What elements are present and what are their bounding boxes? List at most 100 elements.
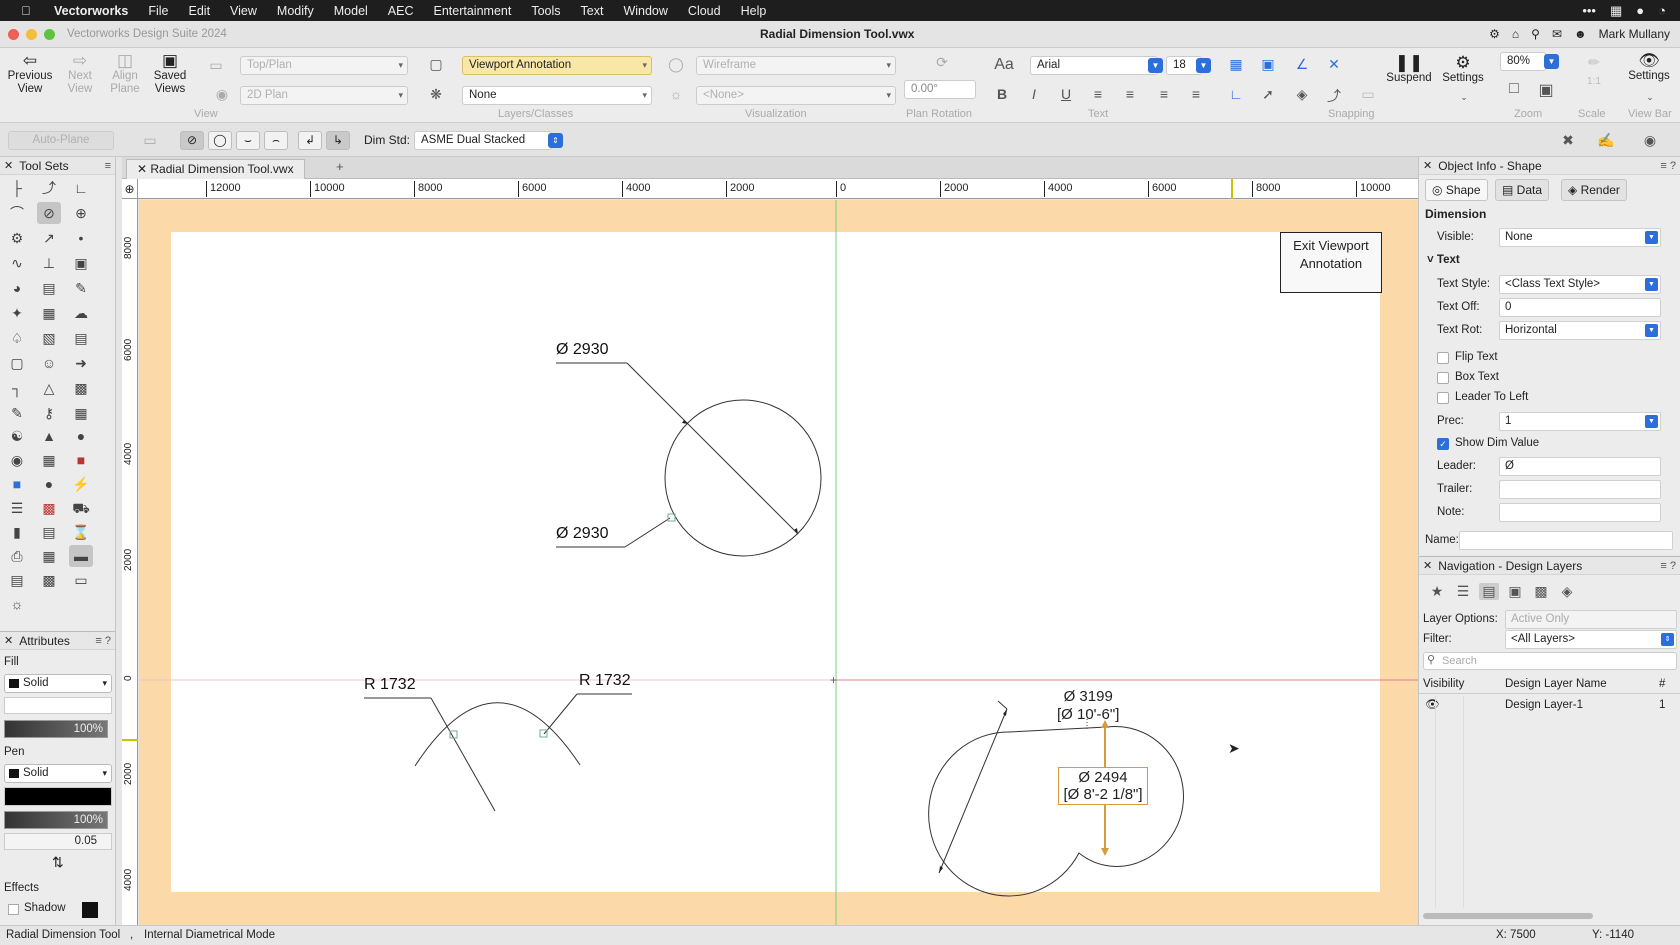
col-layer-number[interactable]: # bbox=[1659, 674, 1665, 694]
callout-icon[interactable]: ▤ bbox=[37, 277, 61, 299]
dim-label-2[interactable]: Ø 2930 bbox=[556, 525, 608, 543]
angle-dimension-icon[interactable]: ∟ bbox=[69, 177, 93, 199]
close-icon[interactable]: ✕ bbox=[1423, 159, 1432, 172]
sheet-layers-icon[interactable]: ▤ bbox=[1479, 583, 1499, 600]
list-menu-icon[interactable]: ≡ ? bbox=[1660, 160, 1676, 172]
zoom-arrow-icon[interactable]: ▼ bbox=[1544, 54, 1559, 69]
font-dropdown[interactable]: Arial bbox=[1030, 56, 1158, 75]
menu-modify[interactable]: Modify bbox=[267, 4, 324, 18]
previous-view-button[interactable]: ⇦ Previous View bbox=[6, 52, 54, 96]
diameter-leader-1[interactable] bbox=[626, 362, 799, 535]
ordinate-dimension-icon[interactable]: ↗ bbox=[37, 227, 61, 249]
list-menu-icon[interactable]: ≡ ? bbox=[1660, 560, 1676, 572]
menu-aec[interactable]: AEC bbox=[378, 4, 424, 18]
fill-opacity-bar[interactable]: 100% bbox=[4, 720, 108, 738]
visualization-dropdown[interactable]: <None> ▾ bbox=[696, 86, 896, 105]
flip-text-checkbox[interactable] bbox=[1437, 352, 1449, 364]
line-weight-field[interactable]: 0.05 bbox=[4, 833, 112, 850]
printer-tool-icon[interactable]: ⎙ bbox=[5, 545, 29, 567]
layers-tool-icon[interactable]: ☰ bbox=[5, 497, 29, 519]
search-icon[interactable]: ⚲ bbox=[1531, 27, 1540, 41]
maximize-window-icon[interactable] bbox=[44, 28, 55, 40]
mouse-select-icon[interactable]: ✖ bbox=[1558, 132, 1578, 149]
fill-style-dropdown[interactable]: Solid ▾ bbox=[4, 674, 112, 693]
list-menu-icon[interactable]: ≡ bbox=[105, 160, 111, 172]
key-tool-icon[interactable]: ⚷ bbox=[37, 402, 61, 424]
tab-data[interactable]: ▤ Data bbox=[1495, 179, 1550, 201]
tab-shape[interactable]: ◎ Shape bbox=[1425, 179, 1488, 201]
font-dropdown-arrow-icon[interactable]: ▼ bbox=[1148, 58, 1163, 73]
underline-icon[interactable]: U bbox=[1056, 86, 1076, 102]
arc-1[interactable] bbox=[414, 702, 581, 767]
cabinet-tool-icon[interactable]: ▤ bbox=[5, 569, 29, 591]
dim-label-radius-2[interactable]: R 1732 bbox=[579, 672, 631, 690]
view-dropdown[interactable]: Top/Plan ▾ bbox=[240, 56, 408, 75]
close-icon[interactable]: ✕ bbox=[1423, 559, 1432, 572]
text-off-field[interactable]: 0 bbox=[1499, 298, 1661, 317]
tab-render[interactable]: ◈ Render bbox=[1561, 179, 1627, 201]
clock-icon[interactable]: ◔ bbox=[1658, 3, 1666, 19]
menu-app[interactable]: Vectorworks bbox=[44, 4, 138, 18]
diameter-leader-3[interactable] bbox=[938, 708, 1008, 874]
scale-icon[interactable]: ✏ bbox=[1584, 54, 1604, 71]
chevron-down-icon[interactable]: ⌄ bbox=[1454, 92, 1474, 103]
zoom-selection-icon[interactable]: ▣ bbox=[1536, 80, 1556, 100]
landscape-tool-icon[interactable]: ▲ bbox=[37, 425, 61, 447]
menu-model[interactable]: Model bbox=[324, 4, 378, 18]
menu-window[interactable]: Window bbox=[613, 4, 677, 18]
polyline-tool-icon[interactable]: ⤴ bbox=[37, 177, 61, 199]
siri-icon[interactable]: ● bbox=[1636, 3, 1644, 19]
col-visibility[interactable]: Visibility bbox=[1423, 674, 1464, 694]
stage-tool-icon[interactable]: ■ bbox=[5, 473, 29, 495]
text-size-icon[interactable]: Aa bbox=[994, 56, 1014, 74]
snap-grid-icon[interactable]: ▦ bbox=[1226, 56, 1246, 73]
combined-shape[interactable] bbox=[928, 725, 1184, 897]
magic-wand-icon[interactable]: ✦ bbox=[5, 302, 29, 324]
snap-intersection-icon[interactable]: ✕ bbox=[1324, 56, 1344, 73]
shadow-checkbox[interactable] bbox=[8, 904, 19, 915]
spotlight-tool-icon[interactable]: ⚡ bbox=[69, 473, 93, 495]
wave-tool-icon[interactable]: ∿ bbox=[5, 252, 29, 274]
close-window-icon[interactable] bbox=[8, 28, 19, 40]
box-text-checkbox[interactable] bbox=[1437, 372, 1449, 384]
diameter-leader-2[interactable] bbox=[624, 517, 671, 548]
exit-viewport-annotation-button[interactable]: Exit Viewport Annotation bbox=[1280, 232, 1382, 293]
font-size-arrow-icon[interactable]: ▼ bbox=[1196, 58, 1211, 73]
render-mode-dropdown[interactable]: Wireframe ▾ bbox=[696, 56, 896, 75]
menu-file[interactable]: File bbox=[138, 4, 178, 18]
align-plane-button[interactable]: ◫ Align Plane bbox=[104, 52, 146, 96]
mode-internal-diametrical[interactable]: ⊘ bbox=[180, 131, 204, 150]
col-layer-name[interactable]: Design Layer Name bbox=[1505, 674, 1607, 694]
text-style-dropdown[interactable]: <Class Text Style> ▼ bbox=[1499, 275, 1661, 294]
close-tab-icon[interactable]: ✕ bbox=[137, 162, 150, 176]
dim-std-arrow-icon[interactable]: ⇕ bbox=[548, 133, 563, 148]
dim-label-3[interactable]: Ø 3199 [Ø 10'-6"] bbox=[1057, 688, 1119, 724]
align-right-icon[interactable]: ≡ bbox=[1154, 86, 1174, 102]
theater-tool-icon[interactable]: ■ bbox=[69, 449, 93, 471]
radial-dimension-tool-icon[interactable]: ⊘ bbox=[37, 202, 61, 224]
more-icon[interactable]: ••• bbox=[1582, 3, 1596, 19]
leader-shoulder-left-button[interactable]: ↲ bbox=[298, 131, 322, 150]
pipe-tool-icon[interactable]: ● bbox=[37, 473, 61, 495]
protractor-icon[interactable]: ◕ bbox=[5, 277, 29, 299]
horizontal-scrollbar[interactable] bbox=[1423, 913, 1593, 919]
italic-icon[interactable]: I bbox=[1024, 86, 1044, 102]
grid-tool-icon[interactable]: ▤ bbox=[69, 327, 93, 349]
suspend-button[interactable]: ❚❚ Suspend bbox=[1384, 54, 1434, 85]
dim-label-1[interactable]: Ø 2930 bbox=[556, 341, 608, 359]
leader-field[interactable]: Ø bbox=[1499, 457, 1661, 476]
lighting-tool-icon[interactable]: ☯ bbox=[5, 425, 29, 447]
note-field[interactable] bbox=[1499, 503, 1661, 522]
name-field[interactable] bbox=[1459, 531, 1673, 550]
projection-dropdown[interactable]: 2D Plan ▾ bbox=[240, 86, 408, 105]
worksheet-icon[interactable]: ▦ bbox=[37, 302, 61, 324]
zoom-field[interactable]: 80% bbox=[1500, 52, 1546, 71]
zoom-fit-icon[interactable]: □ bbox=[1504, 80, 1524, 98]
dim-label-radius-1[interactable]: R 1732 bbox=[364, 676, 416, 694]
layer-search-input[interactable]: Search bbox=[1423, 652, 1677, 670]
snap-object-icon[interactable]: ▣ bbox=[1258, 56, 1278, 73]
site-tool-icon[interactable]: △ bbox=[37, 377, 61, 399]
snap-working-plane-icon[interactable]: ▭ bbox=[1358, 86, 1378, 103]
globe-tool-icon[interactable]: ◉ bbox=[5, 449, 29, 471]
trailer-field[interactable] bbox=[1499, 480, 1661, 499]
